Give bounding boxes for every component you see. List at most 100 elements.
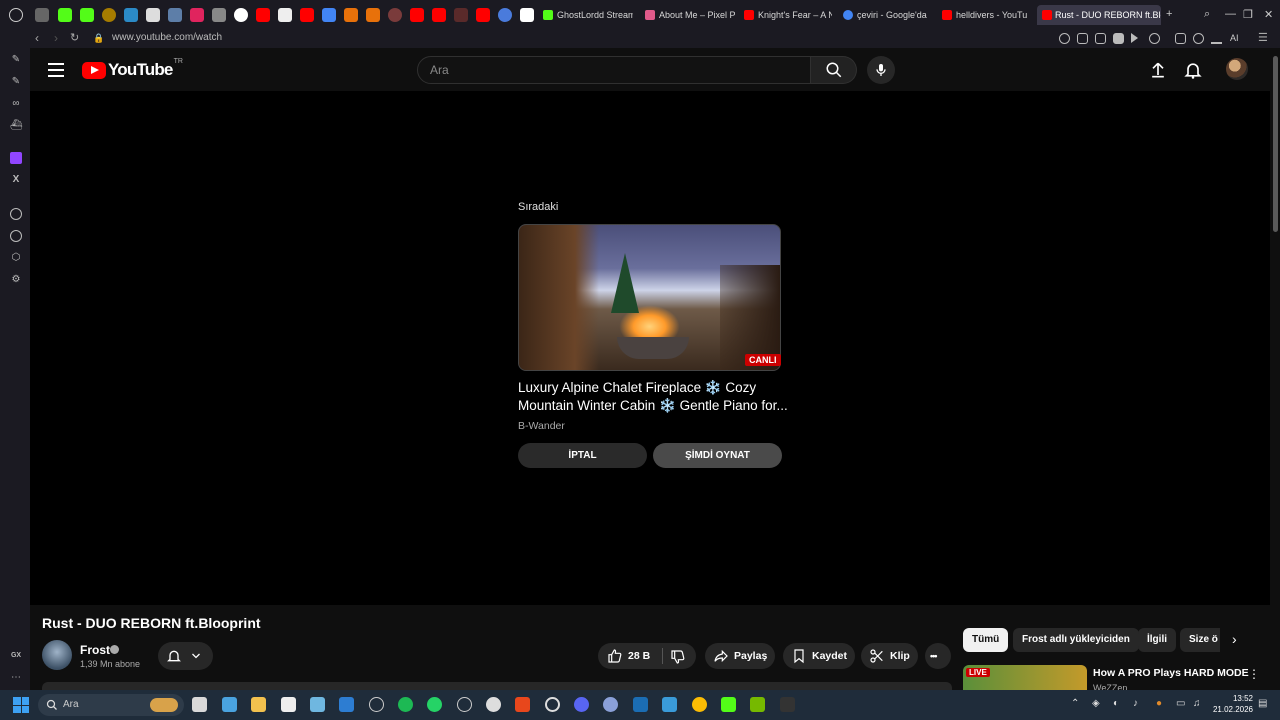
youtube-pinned-tab-icon[interactable] [476,8,490,22]
clip-button[interactable]: Klip [861,643,918,669]
pinned-tab-icon[interactable] [344,8,358,22]
taskbar-search[interactable]: Ara [38,694,184,716]
chevron-right-icon[interactable]: › [1232,631,1237,647]
player-icon[interactable] [10,208,22,220]
kick-pinned-tab-icon[interactable] [58,8,72,22]
chip-from-uploader[interactable]: Frost adlı yükleyiciden [1013,628,1139,652]
youtube-pinned-tab-icon[interactable] [300,8,314,22]
nvidia-icon[interactable] [750,697,765,712]
telegram-pinned-tab-icon[interactable] [124,8,138,22]
youtube-logo[interactable]: YouTube TR [82,58,183,80]
recommended-more-icon[interactable]: ⋮ [1248,667,1260,681]
subscribed-notifications-button[interactable] [158,642,213,670]
youtube-pinned-tab-icon[interactable] [410,8,424,22]
cancel-button[interactable]: İPTAL [518,443,647,468]
more-actions-button[interactable]: ••• [925,643,951,669]
tab-helldivers-youtube[interactable]: helldivers - YouTu [942,5,1030,25]
new-tab-button[interactable]: + [1166,8,1172,20]
x-twitter-icon[interactable]: X [10,174,22,186]
pinned-tab-icon[interactable] [388,8,402,22]
upload-icon[interactable] [1148,60,1168,80]
video-player[interactable]: Sıradaki CANLI Luxury Alpine Chalet Fire… [30,91,1270,605]
pinned-tab-icon[interactable] [35,8,49,22]
tab-rust-duo-reborn[interactable]: Rust - DUO REBORN ft.Blo [1037,5,1161,25]
pinned-tab-icon[interactable] [498,8,512,22]
pinned-tab-icon[interactable] [212,8,226,22]
app-icon[interactable] [603,697,618,712]
glasses-icon[interactable]: ∞ [10,98,22,110]
tab-ceviri-google[interactable]: çeviri - Google'da [843,5,931,25]
channel-avatar[interactable] [42,640,72,670]
heart-icon[interactable] [1149,33,1160,44]
notification-center-icon[interactable]: ▤ [1258,698,1267,709]
scrollbar-thumb[interactable] [1273,56,1278,232]
up-next-channel[interactable]: B-Wander [518,420,565,432]
opera-gx-icon[interactable] [369,697,384,712]
player-icon[interactable] [1131,33,1138,43]
up-next-title[interactable]: Luxury Alpine Chalet Fireplace ❄️ Cozy M… [518,379,788,415]
pinned-tab-icon[interactable] [168,8,182,22]
zoom-icon[interactable] [1059,33,1070,44]
minimize-icon[interactable]: — [1225,8,1236,20]
download-icon[interactable] [1211,33,1222,44]
hamburger-menu-icon[interactable] [48,63,64,77]
app-icon[interactable] [457,697,472,712]
steam-icon[interactable] [633,697,648,712]
microphone-tray-icon[interactable]: ● [1156,698,1162,709]
save-button[interactable]: Kaydet [783,643,855,669]
profile-icon[interactable] [1193,33,1204,44]
app-icon[interactable] [545,697,560,712]
google-pinned-tab-icon[interactable] [234,8,248,22]
like-count[interactable]: 28 B [628,643,650,669]
whatsapp-icon[interactable] [427,697,442,712]
recommended-title[interactable]: How A PRO Plays HARD MODE [1093,667,1249,679]
volume-icon[interactable]: ♫ [1193,698,1201,709]
history-icon[interactable] [10,230,22,242]
restore-icon[interactable]: ❐ [1243,8,1253,21]
extensions-icon[interactable] [1175,33,1186,44]
opera-logo-icon[interactable] [9,8,23,22]
kick-pinned-tab-icon[interactable] [80,8,94,22]
back-icon[interactable]: ‹ [35,31,39,45]
snapshot-icon[interactable] [1095,33,1106,44]
notifications-bell-icon[interactable] [1183,60,1203,80]
chip-all[interactable]: Tümü [963,628,1009,652]
photos-icon[interactable] [310,697,325,712]
pinned-tab-icon[interactable] [102,8,116,22]
close-icon[interactable]: ✕ [1264,8,1273,21]
pin-icon[interactable]: ✎ [10,54,22,66]
task-view-icon[interactable] [192,697,207,712]
taskbar-clock[interactable]: 13:52 21.02.2026 [1211,693,1253,715]
pinned-tab-icon[interactable] [520,8,534,22]
youtube-pinned-tab-icon[interactable] [432,8,446,22]
pin-icon[interactable]: ✎ [10,76,22,88]
more-dots-icon[interactable]: ⋯ [10,672,22,684]
app-icon[interactable] [780,697,795,712]
settings-gear-icon[interactable]: ⚙ [10,274,22,286]
page-scrollbar[interactable] [1271,48,1280,690]
pinned-tab-icon[interactable] [454,8,468,22]
obs-icon[interactable] [486,697,501,712]
like-thumb-icon[interactable] [607,648,623,664]
speaker-icon[interactable]: ♪ [1133,698,1138,709]
search-button[interactable] [811,56,857,84]
mail-icon[interactable] [339,697,354,712]
search-input[interactable] [418,57,810,83]
recommended-channel[interactable]: WeZZen [1093,683,1127,690]
twitch-icon[interactable] [10,152,22,164]
app-icon[interactable] [662,697,677,712]
pinned-tab-icon[interactable] [278,8,292,22]
chrome-icon[interactable] [692,697,707,712]
capcut-icon[interactable] [281,697,296,712]
chip-for-you[interactable]: Size ö [1180,628,1220,652]
channel-name[interactable]: Frost [80,643,110,657]
steam-tray-icon[interactable]: ◈ [1092,698,1100,709]
extensions-icon[interactable]: ⬡ [10,252,22,264]
url-field[interactable]: www.youtube.com/watch [112,32,222,43]
pinned-tab-icon[interactable] [366,8,380,22]
account-avatar[interactable] [1226,58,1248,80]
forward-icon[interactable]: › [54,31,58,45]
windows-start-icon[interactable] [13,697,29,713]
file-explorer-icon[interactable] [251,697,266,712]
spotify-icon[interactable] [398,697,413,712]
